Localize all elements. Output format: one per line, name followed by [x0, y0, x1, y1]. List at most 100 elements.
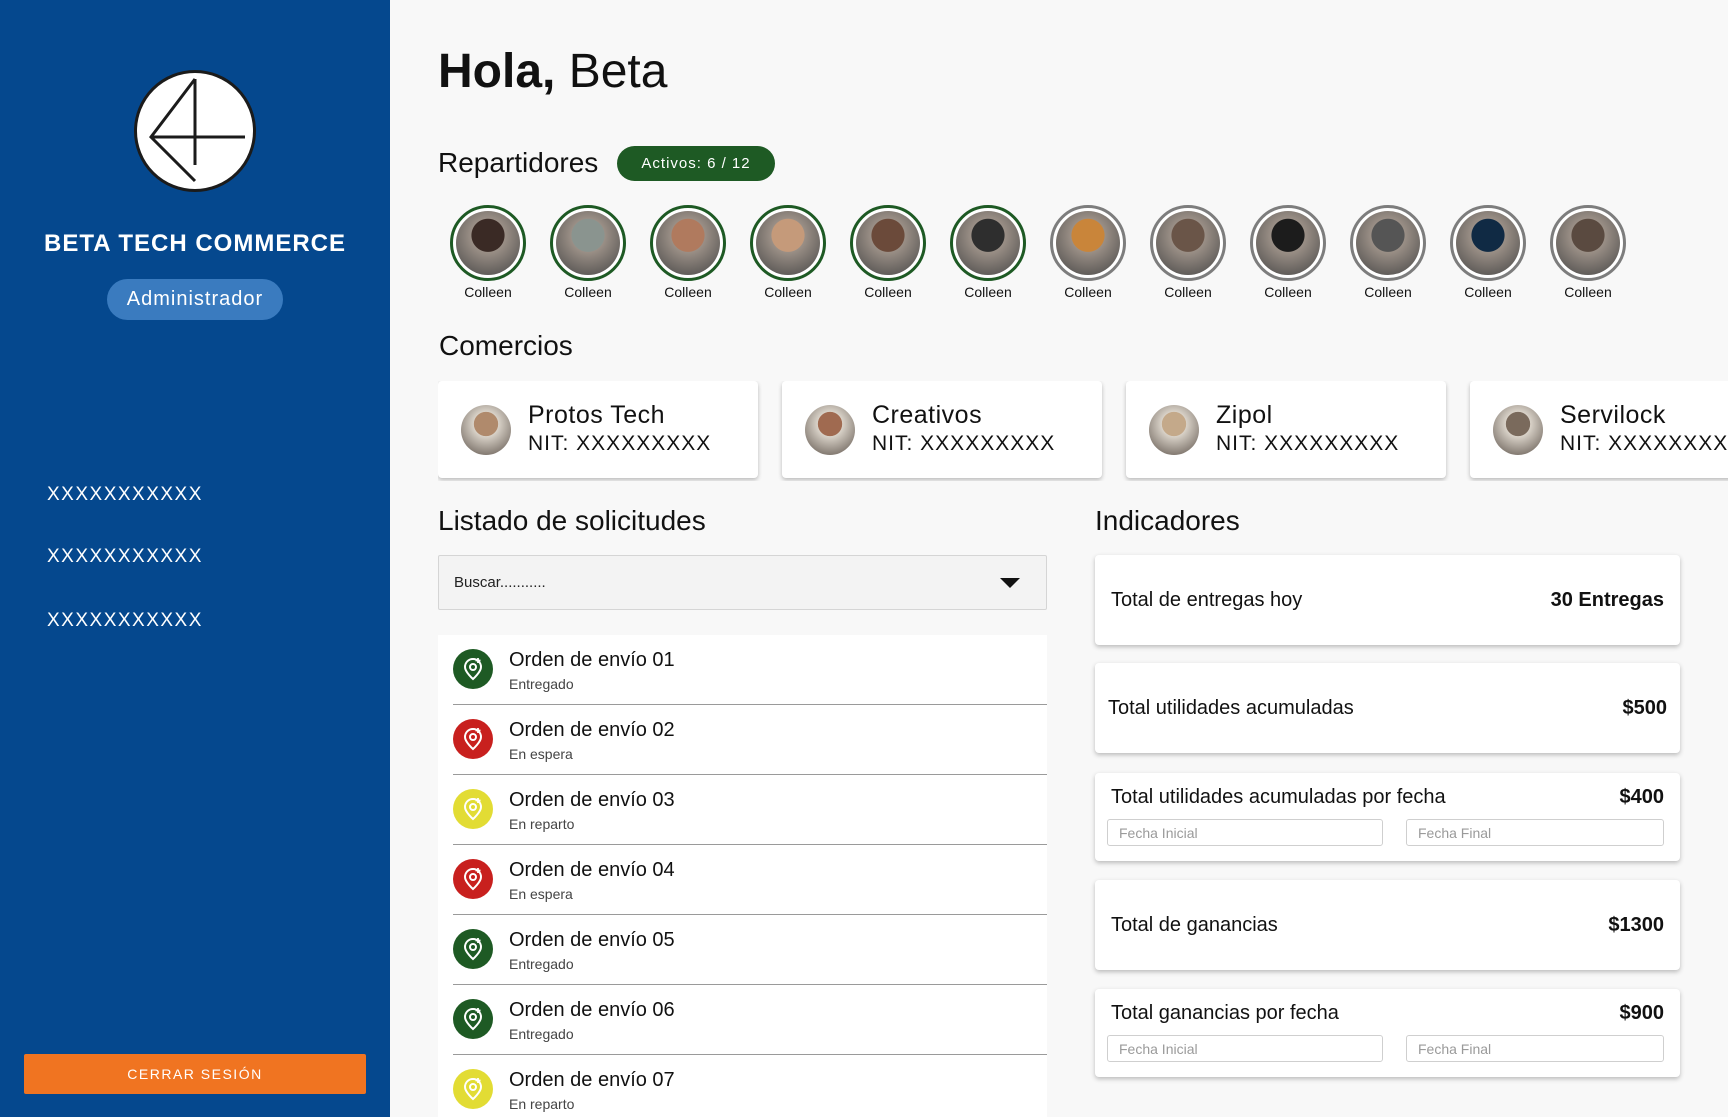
chevron-down-icon[interactable] — [1000, 578, 1020, 588]
avatar — [1050, 205, 1126, 281]
avatar-photo — [456, 211, 520, 275]
courier-name: Colleen — [1364, 284, 1412, 300]
start-date-field[interactable]: Fecha Inicial — [1107, 819, 1383, 846]
indicator-card-earnings-by-date: Total ganancias por fecha $900 Fecha Ini… — [1095, 989, 1680, 1077]
courier-item[interactable]: Colleen — [1538, 205, 1638, 300]
avatar-photo — [956, 211, 1020, 275]
courier-item[interactable]: Colleen — [1238, 205, 1338, 300]
courier-item[interactable]: Colleen — [1338, 205, 1438, 300]
courier-name: Colleen — [964, 284, 1012, 300]
end-date-field[interactable]: Fecha Final — [1406, 819, 1664, 846]
courier-name: Colleen — [1064, 284, 1112, 300]
start-date-field[interactable]: Fecha Inicial — [1107, 1035, 1383, 1062]
courier-name: Colleen — [1564, 284, 1612, 300]
brand-logo — [134, 70, 256, 192]
avatar — [1550, 205, 1626, 281]
shops-list: Protos Tech NIT: XXXXXXXXX Creativos NIT: X… — [438, 381, 1728, 481]
location-pin-icon — [453, 649, 493, 689]
order-status: Entregado — [509, 676, 574, 692]
brand-name: BETA TECH COMMERCE — [44, 230, 346, 257]
shop-nit: NIT: XXXXXXXXX — [1216, 432, 1400, 455]
list-item[interactable]: Orden de envío 01 Entregado — [453, 635, 1047, 705]
list-item[interactable]: Orden de envío 03 En reparto — [453, 775, 1047, 845]
indicator-value: $1300 — [1608, 914, 1664, 936]
shop-nit: NIT: XXXXXXXXX — [872, 432, 1056, 455]
avatar-photo — [1356, 211, 1420, 275]
shop-name: Protos Tech — [528, 401, 666, 429]
couriers-list: Colleen Colleen Colleen Colleen Colleen Colle… — [438, 205, 1638, 300]
courier-item[interactable]: Colleen — [938, 205, 1038, 300]
location-pin-icon — [453, 719, 493, 759]
avatar-photo — [1056, 211, 1120, 275]
list-item[interactable]: Orden de envío 04 En espera — [453, 845, 1047, 915]
courier-item[interactable]: Colleen — [1438, 205, 1538, 300]
order-status: En reparto — [509, 816, 575, 832]
indicator-card-earnings: Total de ganancias $1300 — [1095, 880, 1680, 970]
courier-name: Colleen — [664, 284, 712, 300]
avatar — [1493, 405, 1543, 455]
order-status: En espera — [509, 746, 573, 762]
avatar — [850, 205, 926, 281]
indicator-card-profits: Total utilidades acumuladas $500 — [1095, 663, 1680, 753]
sidebar-item-1[interactable]: XXXXXXXXXXX — [47, 484, 203, 506]
shop-card[interactable]: Servilock NIT: XXXXXXXXX — [1470, 381, 1728, 478]
indicator-value: 30 Entregas — [1550, 589, 1664, 611]
shop-card[interactable]: Protos Tech NIT: XXXXXXXXX — [438, 381, 758, 478]
sidebar: BETA TECH COMMERCE Administrador XXXXXXX… — [0, 0, 390, 1117]
order-title: Orden de envío 04 — [509, 859, 675, 881]
courier-item[interactable]: Colleen — [1138, 205, 1238, 300]
order-title: Orden de envío 03 — [509, 789, 675, 811]
location-pin-icon — [453, 1069, 493, 1109]
courier-item[interactable]: Colleen — [738, 205, 838, 300]
avatar-photo — [1456, 211, 1520, 275]
avatar — [1350, 205, 1426, 281]
list-item[interactable]: Orden de envío 07 En reparto — [453, 1055, 1047, 1117]
avatar-photo — [556, 211, 620, 275]
avatar — [650, 205, 726, 281]
courier-name: Colleen — [564, 284, 612, 300]
indicator-label: Total de entregas hoy — [1111, 589, 1303, 611]
indicator-card-profits-by-date: Total utilidades acumuladas por fecha $4… — [1095, 773, 1680, 861]
avatar-photo — [1156, 211, 1220, 275]
list-item[interactable]: Orden de envío 02 En espera — [453, 705, 1047, 775]
courier-item[interactable]: Colleen — [538, 205, 638, 300]
indicators-title: Indicadores — [1095, 505, 1240, 536]
order-title: Orden de envío 02 — [509, 719, 675, 741]
shop-card[interactable]: Zipol NIT: XXXXXXXXX — [1126, 381, 1446, 478]
shop-card[interactable]: Creativos NIT: XXXXXXXXX — [782, 381, 1102, 478]
avatar — [750, 205, 826, 281]
courier-item[interactable]: Colleen — [438, 205, 538, 300]
order-status: En reparto — [509, 1096, 575, 1112]
end-date-field[interactable]: Fecha Final — [1406, 1035, 1664, 1062]
courier-name: Colleen — [1164, 284, 1212, 300]
order-status: En espera — [509, 886, 573, 902]
search-select[interactable]: Buscar........... — [438, 555, 1047, 610]
courier-item[interactable]: Colleen — [838, 205, 938, 300]
location-pin-icon — [453, 929, 493, 969]
shop-name: Zipol — [1216, 401, 1273, 429]
courier-item[interactable]: Colleen — [638, 205, 738, 300]
avatar — [461, 405, 511, 455]
courier-item[interactable]: Colleen — [1038, 205, 1138, 300]
list-item[interactable]: Orden de envío 06 Entregado — [453, 985, 1047, 1055]
avatar — [1450, 205, 1526, 281]
indicator-label: Total utilidades acumuladas por fecha — [1111, 786, 1446, 808]
location-pin-icon — [453, 999, 493, 1039]
location-pin-icon — [453, 789, 493, 829]
avatar — [805, 405, 855, 455]
couriers-title: Repartidores — [438, 147, 599, 178]
sidebar-item-3[interactable]: XXXXXXXXXXX — [47, 610, 203, 632]
avatar — [1150, 205, 1226, 281]
indicator-label: Total ganancias por fecha — [1111, 1002, 1339, 1024]
order-title: Orden de envío 01 — [509, 649, 675, 671]
list-item[interactable]: Orden de envío 05 Entregado — [453, 915, 1047, 985]
indicator-label: Total utilidades acumuladas — [1108, 697, 1354, 719]
shops-title: Comercios — [439, 330, 573, 361]
courier-name: Colleen — [864, 284, 912, 300]
order-status: Entregado — [509, 1026, 574, 1042]
greeting-name: Beta — [568, 45, 668, 98]
logout-button[interactable]: CERRAR SESIÓN — [24, 1054, 366, 1094]
avatar-photo — [756, 211, 820, 275]
sidebar-item-2[interactable]: XXXXXXXXXXX — [47, 546, 203, 568]
location-pin-icon — [453, 859, 493, 899]
